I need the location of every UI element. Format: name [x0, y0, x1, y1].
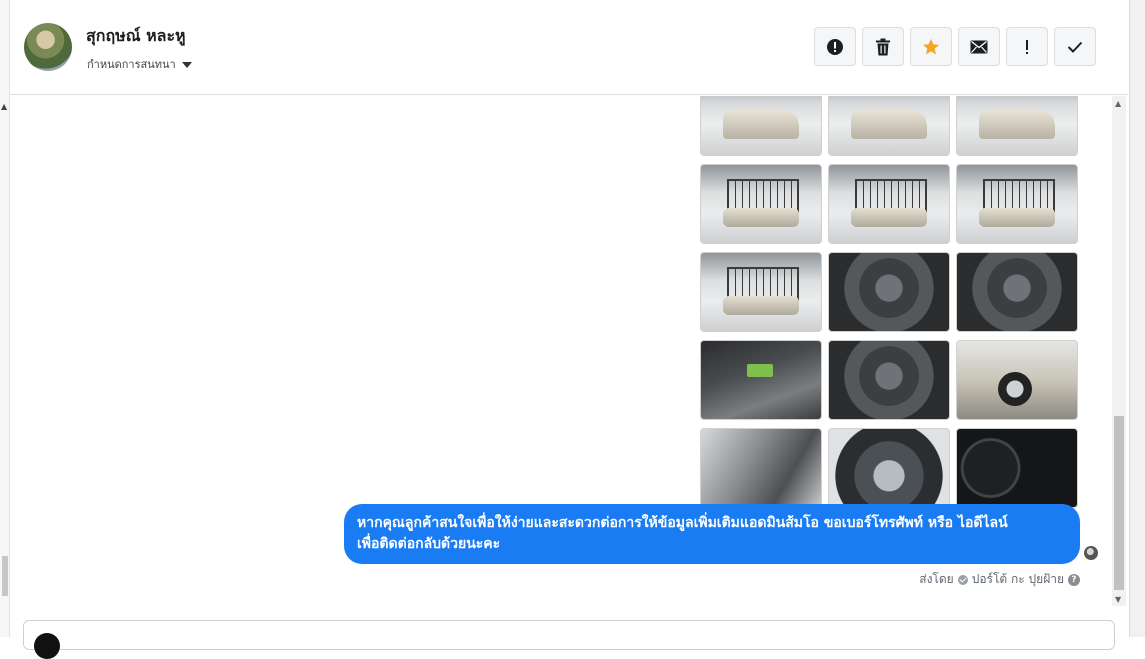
alert-circle-icon: [827, 38, 843, 55]
photo-engine-bay[interactable]: [828, 428, 950, 508]
scroll-down-icon[interactable]: ▼: [1115, 595, 1121, 604]
conversation-header: สุกฤษณ์ หละหู กำหนดการสนทนา: [10, 0, 1128, 95]
photo-pickup-front-1[interactable]: [700, 96, 822, 156]
photo-pickup-front-2[interactable]: [828, 96, 950, 156]
page-scrollbar[interactable]: [1129, 0, 1145, 637]
photo-front-wheel[interactable]: [956, 340, 1078, 420]
photo-dashboard-console[interactable]: [700, 340, 822, 420]
mark-done-button[interactable]: [1054, 27, 1096, 66]
photo-attachment-grid: [700, 96, 1080, 508]
photo-interior-steering[interactable]: [956, 252, 1078, 332]
photo-rack-side-2[interactable]: [700, 252, 822, 332]
trash-icon: [876, 38, 890, 55]
message-line-1: หากคุณลูกค้าสนใจเพื่อให้ง่ายและสะดวกต่อก…: [357, 515, 1008, 531]
sender-name[interactable]: ปอร์โต้ กะ ปุยฝ้าย: [972, 570, 1064, 589]
message-composer[interactable]: [23, 620, 1115, 659]
mark-unread-button[interactable]: [958, 27, 1000, 66]
sender-avatar: [1084, 546, 1098, 560]
photo-rack-side-1[interactable]: [956, 164, 1078, 244]
message-line-2: เพื่อติดต่อกลับด้วยนะคะ: [357, 536, 501, 552]
scroll-up-arrow-icon[interactable]: ▲: [1, 102, 7, 111]
scroll-up-icon[interactable]: ▲: [1115, 99, 1121, 108]
photo-pickup-side-1[interactable]: [956, 96, 1078, 156]
photo-interior-seats[interactable]: [828, 340, 950, 420]
spam-button[interactable]: [814, 27, 856, 66]
inbox-window: ▲ สุกฤษณ์ หละหู กำหนดการสนทนา หากคุณลูกค…: [0, 0, 1145, 659]
outgoing-message-bubble[interactable]: หากคุณลูกค้าสนใจเพื่อให้ง่ายและสะดวกต่อก…: [344, 504, 1080, 564]
photo-rack-rear-1[interactable]: [700, 164, 822, 244]
message-thread[interactable]: หากคุณลูกค้าสนใจเพื่อให้ง่ายและสะดวกต่อก…: [10, 96, 1112, 606]
assign-conversation-dropdown[interactable]: กำหนดการสนทนา: [87, 55, 192, 73]
star-icon: [922, 38, 940, 54]
star-button[interactable]: [910, 27, 952, 66]
contact-avatar[interactable]: [24, 23, 72, 71]
assign-label: กำหนดการสนทนา: [87, 58, 176, 71]
left-scrollbar[interactable]: ▲: [0, 0, 10, 637]
exclamation-icon: [1026, 39, 1028, 54]
follow-up-button[interactable]: [1006, 27, 1048, 66]
thread-scrollbar-thumb[interactable]: [1114, 416, 1124, 590]
checkmark-icon: [1067, 41, 1083, 53]
caret-down-icon: [181, 61, 192, 68]
sent-by-label: ส่งโดย: [919, 572, 954, 586]
thread-scrollbar[interactable]: ▲ ▼: [1112, 96, 1126, 606]
help-icon[interactable]: ?: [1068, 573, 1080, 586]
sent-by-row: ส่งโดย ปอร์โต้ กะ ปุยฝ้าย ?: [919, 570, 1080, 589]
photo-instrument-cluster[interactable]: [956, 428, 1078, 508]
envelope-icon: [970, 40, 988, 53]
contact-name[interactable]: สุกฤษณ์ หละหู: [86, 24, 186, 49]
photo-rack-rear-2[interactable]: [828, 164, 950, 244]
header-actions: [814, 27, 1096, 66]
left-scrollbar-thumb[interactable]: [2, 556, 8, 596]
photo-interior-gearshift[interactable]: [828, 252, 950, 332]
verified-check-icon: [957, 574, 968, 585]
delete-button[interactable]: [862, 27, 904, 66]
photo-door-panel[interactable]: [700, 428, 822, 508]
